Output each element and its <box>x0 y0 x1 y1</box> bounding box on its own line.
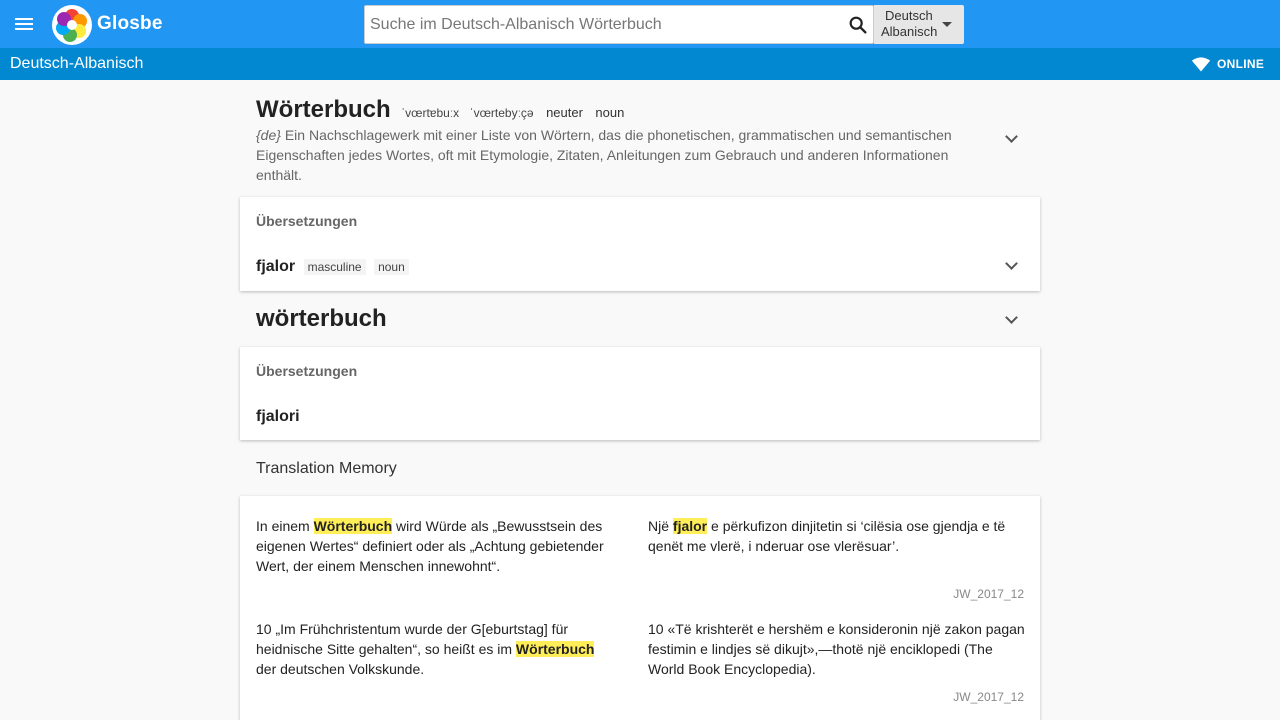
chevron-down-icon[interactable] <box>1005 313 1019 327</box>
headword: Wörterbuch <box>256 96 391 123</box>
headword: wörterbuch <box>256 305 387 332</box>
translation-memory-title: Translation Memory <box>256 460 397 477</box>
top-app-bar: Glosbe Deutsch Albanisch <box>0 0 1280 48</box>
glosbe-logo[interactable] <box>52 5 92 45</box>
translations-card: Übersetzungen fjalor masculine noun <box>240 197 1040 291</box>
gender-tag: neuter <box>546 105 583 120</box>
menu-icon[interactable] <box>12 12 36 36</box>
caret-down-icon <box>942 22 952 27</box>
entry-header: Wörterbuch ˈvœrtɐbuːx ˈvœrtebyːçə neuter… <box>256 96 996 124</box>
lang-from: Deutsch <box>885 8 933 23</box>
translations-card: Übersetzungen fjalori <box>240 347 1040 440</box>
example-source-ref[interactable]: JW_2017_12 <box>953 690 1024 704</box>
search-icon[interactable] <box>847 14 869 36</box>
card-title: Übersetzungen <box>256 213 358 229</box>
pronunciation: ˈvœrtɐbuːx <box>401 106 460 120</box>
language-pair-select[interactable]: Deutsch Albanisch <box>874 5 964 44</box>
search-input[interactable] <box>370 6 838 43</box>
definition: {de} Ein Nachschlagewerk mit einer Liste… <box>256 125 976 185</box>
online-status: ONLINE <box>1217 57 1265 71</box>
definition-text: Ein Nachschlagewerk mit einer Liste von … <box>256 127 952 183</box>
gender-tag: masculine <box>303 259 366 275</box>
translation-word: fjalor <box>256 258 296 275</box>
pronunciation: ˈvœrtebyːçə <box>469 106 534 120</box>
example-source-ref[interactable]: JW_2017_12 <box>953 587 1024 601</box>
chevron-down-icon[interactable] <box>1005 259 1019 273</box>
translation-item[interactable]: fjalor masculine noun <box>256 258 409 276</box>
page-title: Deutsch-Albanisch <box>10 55 144 72</box>
example-source: In einem Wörterbuch wird Würde als „Bewu… <box>256 518 604 574</box>
translation-item[interactable]: fjalori <box>256 408 300 426</box>
pos-tag: noun <box>595 105 625 120</box>
chevron-down-icon[interactable] <box>1005 132 1019 146</box>
example-source: 10 „Im Frühchristentum wurde der G[eburt… <box>256 621 595 677</box>
example-target: 10 «Të krishterët e hershëm e konsideron… <box>648 621 1025 677</box>
wifi-icon <box>1191 57 1211 72</box>
search-box <box>364 5 874 44</box>
lang-to: Albanisch <box>881 24 938 39</box>
translation-memory-card: In einem Wörterbuch wird Würde als „Bewu… <box>240 496 1040 720</box>
card-title: Übersetzungen <box>256 363 358 379</box>
brand-name[interactable]: Glosbe <box>97 13 163 35</box>
example-target: Një fjalor e përkufizon dinjitetin si ‘c… <box>648 518 1006 554</box>
lang-code: {de} <box>256 127 281 143</box>
language-pair-bar: Deutsch-Albanisch ONLINE <box>0 48 1280 80</box>
pos-tag: noun <box>374 259 409 275</box>
